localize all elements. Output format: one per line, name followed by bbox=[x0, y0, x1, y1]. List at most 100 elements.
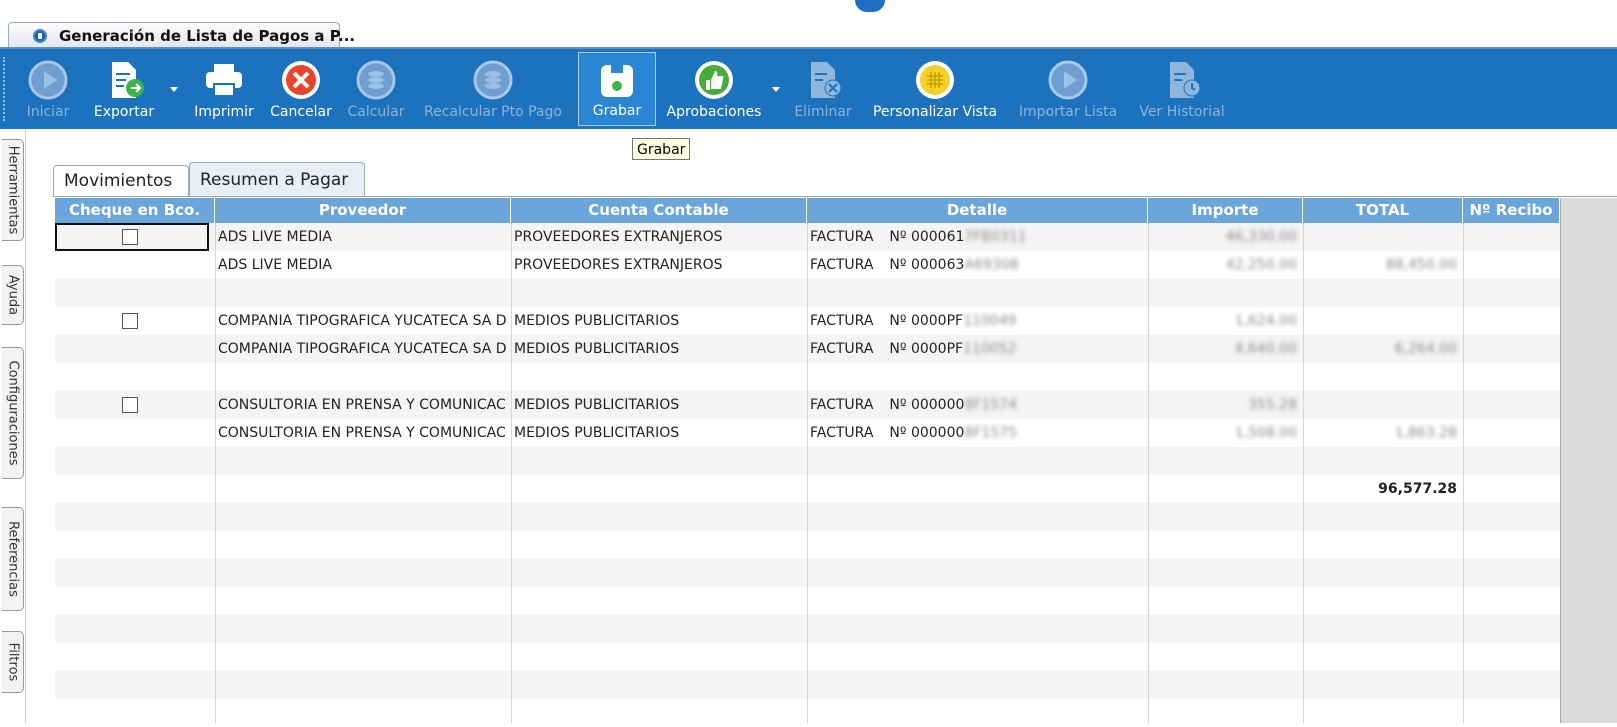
detalle-numero-redacted: 7FB0311 bbox=[964, 229, 1027, 245]
recibo-cell bbox=[1463, 475, 1560, 503]
grid-view-icon bbox=[916, 61, 954, 99]
column-header-cuenta-contable[interactable]: Cuenta Contable bbox=[511, 198, 807, 223]
side-tab-filtros[interactable]: Filtros bbox=[2, 631, 24, 693]
column-header-recibo[interactable]: Nº Recibo bbox=[1463, 198, 1560, 223]
detalle-numero-redacted: 110052 bbox=[963, 341, 1017, 357]
side-tab-configuraciones[interactable]: Configuraciones bbox=[2, 347, 24, 479]
calcular-label: Calcular bbox=[347, 104, 405, 120]
proveedor-cell bbox=[215, 475, 511, 503]
detalle-tipo: FACTURA bbox=[810, 229, 874, 245]
column-divider bbox=[807, 223, 808, 723]
column-header-importe[interactable]: Importe bbox=[1148, 198, 1303, 223]
importar-lista-button[interactable]: Importar Lista bbox=[1012, 52, 1124, 126]
detalle-numero: Nº 0000PF bbox=[889, 313, 964, 329]
ribbon-toolbar: Iniciar Exportar Imprimir Cancelar Calcu… bbox=[0, 49, 1617, 129]
play-circle-icon bbox=[1048, 60, 1088, 100]
detalle-numero-redacted: A69308 bbox=[964, 257, 1019, 273]
tab-resumen-a-pagar[interactable]: Resumen a Pagar bbox=[189, 162, 365, 196]
proveedor-cell: CONSULTORIA EN PRENSA Y COMUNICAC bbox=[218, 425, 506, 441]
toolbar-grip[interactable] bbox=[3, 57, 7, 121]
eliminar-button[interactable]: Eliminar bbox=[792, 52, 854, 126]
side-tab-herramientas[interactable]: Herramientas bbox=[2, 139, 24, 241]
column-divider bbox=[1303, 223, 1304, 723]
exportar-dropdown-icon[interactable] bbox=[170, 87, 178, 92]
detalle-numero-redacted: 8F1574 bbox=[964, 397, 1017, 413]
detalle-tipo: FACTURA bbox=[810, 257, 874, 273]
importe-cell: 355.28 bbox=[1148, 391, 1303, 419]
exportar-label: Exportar bbox=[93, 104, 155, 120]
recibo-cell bbox=[1463, 335, 1560, 363]
grabar-button[interactable]: Grabar bbox=[578, 52, 656, 126]
detalle-numero: Nº 000063 bbox=[889, 257, 965, 273]
side-tab-label: Configuraciones bbox=[5, 360, 20, 466]
recalcular-pto-pago-label: Recalcular Pto Pago bbox=[424, 104, 562, 120]
column-divider bbox=[215, 223, 216, 723]
personalizar-vista-button[interactable]: Personalizar Vista bbox=[864, 52, 1006, 126]
recibo-cell bbox=[1463, 419, 1560, 447]
column-divider bbox=[1148, 223, 1149, 723]
focused-cell bbox=[55, 223, 209, 251]
side-tab-referencias[interactable]: Referencias bbox=[2, 507, 24, 611]
app-logo-fragment bbox=[855, 0, 885, 12]
calcular-button[interactable]: Calcular bbox=[344, 52, 408, 126]
cancelar-button[interactable]: Cancelar bbox=[266, 52, 336, 126]
recalcular-pto-pago-button[interactable]: Recalcular Pto Pago bbox=[418, 52, 568, 126]
detalle-cell bbox=[807, 475, 1148, 503]
importe-value: 1,624.00 bbox=[1234, 313, 1297, 329]
cuenta-contable-cell: PROVEEDORES EXTRANJEROS bbox=[514, 229, 723, 245]
cheque-checkbox[interactable] bbox=[122, 313, 138, 329]
detalle-cell: FACTURA Nº 0000617FB0311 bbox=[807, 223, 1148, 251]
aprobaciones-button[interactable]: Aprobaciones bbox=[660, 52, 768, 126]
total-value: 88,450.00 bbox=[1385, 257, 1457, 273]
detalle-numero: Nº 000000 bbox=[889, 425, 965, 441]
side-tab-label: Ayuda bbox=[5, 274, 20, 316]
exportar-button[interactable]: Exportar bbox=[88, 52, 160, 126]
column-header-total[interactable]: TOTAL bbox=[1303, 198, 1463, 223]
coins-icon bbox=[473, 60, 513, 100]
proveedor-cell: ADS LIVE MEDIA bbox=[218, 257, 332, 273]
ver-historial-button[interactable]: Ver Historial bbox=[1134, 52, 1230, 126]
total-value: 6,264.00 bbox=[1394, 341, 1457, 357]
grand-total-value: 96,577.28 bbox=[1378, 481, 1457, 497]
document-tab-title: Generación de Lista de Pagos a P... bbox=[59, 27, 356, 45]
iniciar-button[interactable]: Iniciar bbox=[18, 52, 78, 126]
side-tab-label: Referencias bbox=[5, 521, 20, 597]
column-header-detalle[interactable]: Detalle bbox=[807, 198, 1148, 223]
printer-icon bbox=[206, 64, 242, 97]
detalle-tipo: FACTURA bbox=[810, 313, 874, 329]
cheque-checkbox[interactable] bbox=[122, 397, 138, 413]
export-document-icon bbox=[112, 62, 144, 98]
delete-document-icon bbox=[811, 62, 842, 98]
tab-divider bbox=[53, 196, 1617, 197]
detalle-cell: FACTURA Nº 0000008F1574 bbox=[807, 391, 1148, 419]
document-tab[interactable]: Generación de Lista de Pagos a P... bbox=[8, 22, 355, 49]
tab-movimientos[interactable]: Movimientos bbox=[53, 165, 189, 196]
column-header-cheque[interactable]: Cheque en Bco. bbox=[55, 198, 215, 223]
payments-grid: Cheque en Bco. Proveedor Cuenta Contable… bbox=[55, 198, 1560, 723]
total-cell: 88,450.00 bbox=[1303, 251, 1463, 279]
app-shield-icon bbox=[33, 29, 47, 43]
column-header-proveedor[interactable]: Proveedor bbox=[215, 198, 511, 223]
detalle-numero: Nº 000061 bbox=[889, 229, 965, 245]
side-tab-label: Filtros bbox=[5, 642, 20, 682]
recibo-cell bbox=[1463, 307, 1560, 335]
total-cell: 6,264.00 bbox=[1303, 335, 1463, 363]
cuenta-contable-cell: MEDIOS PUBLICITARIOS bbox=[514, 397, 680, 413]
column-divider bbox=[1463, 223, 1464, 723]
importe-value: 4,640.00 bbox=[1234, 341, 1297, 357]
imprimir-button[interactable]: Imprimir bbox=[190, 52, 258, 126]
iniciar-label: Iniciar bbox=[26, 104, 70, 120]
eliminar-label: Eliminar bbox=[794, 104, 852, 120]
importe-value: 46,330.00 bbox=[1225, 229, 1297, 245]
detalle-numero-redacted: 8F1575 bbox=[964, 425, 1017, 441]
detalle-cell: FACTURA Nº 0000PF110052 bbox=[807, 335, 1148, 363]
total-cell: 1,863.28 bbox=[1303, 419, 1463, 447]
importe-cell: 42,250.00 bbox=[1148, 251, 1303, 279]
proveedor-cell: COMPANIA TIPOGRAFICA YUCATECA SA D bbox=[218, 313, 507, 329]
detalle-cell: FACTURA Nº 000063A69308 bbox=[807, 251, 1148, 279]
document-tab-bar: Generación de Lista de Pagos a P... bbox=[0, 0, 1617, 49]
recibo-cell bbox=[1463, 391, 1560, 419]
cancelar-label: Cancelar bbox=[270, 104, 332, 120]
side-tab-ayuda[interactable]: Ayuda bbox=[2, 265, 24, 325]
aprobaciones-dropdown-icon[interactable] bbox=[772, 87, 780, 92]
